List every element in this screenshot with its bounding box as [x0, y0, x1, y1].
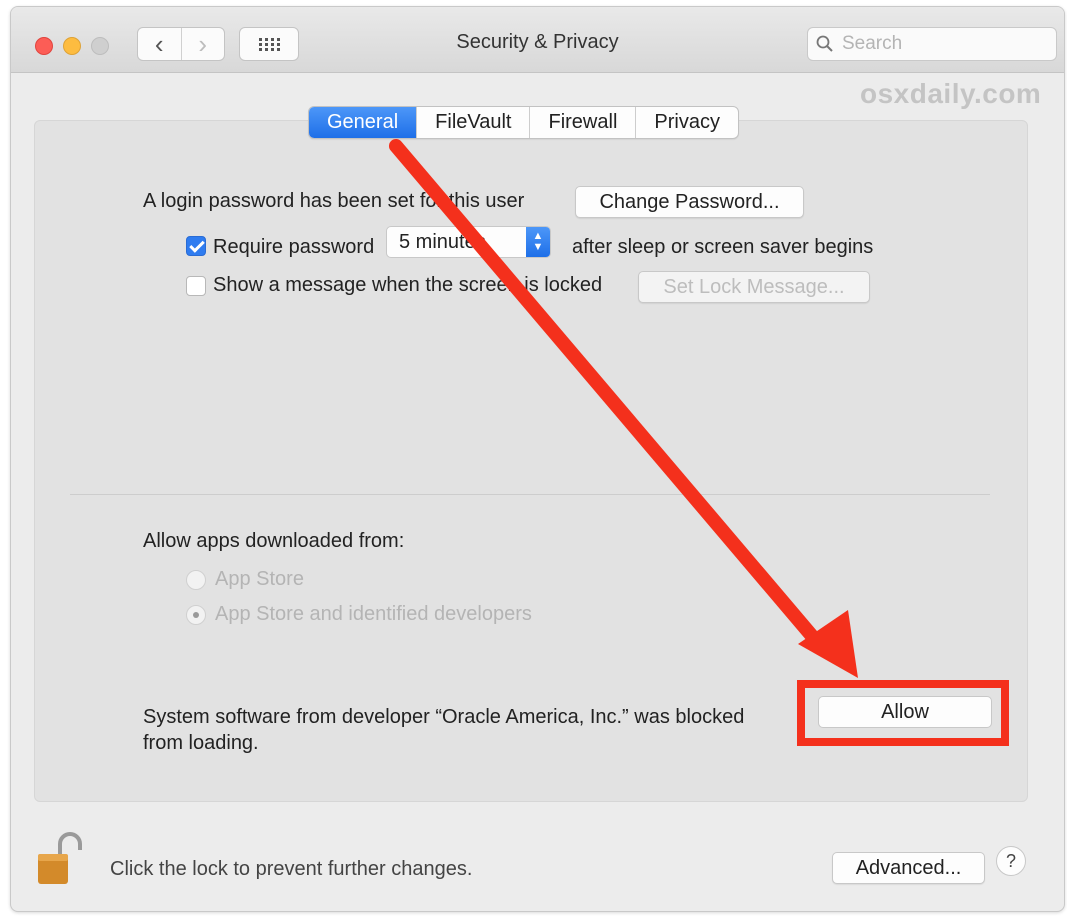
password-delay-select[interactable]: 5 minutes ▲ ▼ [386, 226, 551, 258]
blocked-message-line2: from loading. [143, 732, 259, 754]
title-bar: ‹ › Security & Privacy [11, 7, 1064, 73]
advanced-button[interactable]: Advanced... [832, 852, 985, 884]
show-message-checkbox[interactable] [186, 276, 206, 296]
radio-app-store-label: App Store [215, 568, 304, 590]
require-password-label: Require password [213, 236, 375, 258]
allow-button[interactable]: Allow [818, 696, 992, 728]
search-icon [816, 35, 833, 52]
section-divider [70, 494, 990, 495]
set-lock-message-button[interactable]: Set Lock Message... [638, 271, 870, 303]
allow-apps-heading: Allow apps downloaded from: [143, 530, 405, 552]
require-password-suffix: after sleep or screen saver begins [572, 236, 874, 258]
tab-privacy[interactable]: Privacy [636, 107, 738, 138]
tab-firewall[interactable]: Firewall [530, 107, 637, 138]
tab-filevault[interactable]: FileVault [417, 107, 531, 138]
login-password-text: A login password has been set for this u… [143, 190, 525, 212]
radio-identified-developers[interactable] [186, 605, 206, 625]
radio-identified-developers-label: App Store and identified developers [215, 603, 532, 625]
password-delay-value: 5 minutes [399, 231, 486, 253]
help-button[interactable]: ? [996, 846, 1026, 876]
lock-icon[interactable] [36, 830, 82, 886]
watermark: osxdaily.com [860, 78, 1042, 109]
change-password-button[interactable]: Change Password... [575, 186, 804, 218]
search-field[interactable] [807, 27, 1057, 61]
blocked-message-line1: System software from developer “Oracle A… [143, 706, 745, 728]
tab-bar: General FileVault Firewall Privacy [308, 106, 739, 139]
lock-status-text: Click the lock to prevent further change… [110, 858, 473, 880]
radio-app-store[interactable] [186, 570, 206, 590]
stepper-arrows-icon: ▲ ▼ [526, 227, 550, 257]
tab-general[interactable]: General [309, 107, 418, 138]
show-message-label: Show a message when the screen is locked [213, 274, 603, 296]
require-password-checkbox[interactable] [186, 236, 206, 256]
search-input[interactable] [840, 32, 1040, 56]
